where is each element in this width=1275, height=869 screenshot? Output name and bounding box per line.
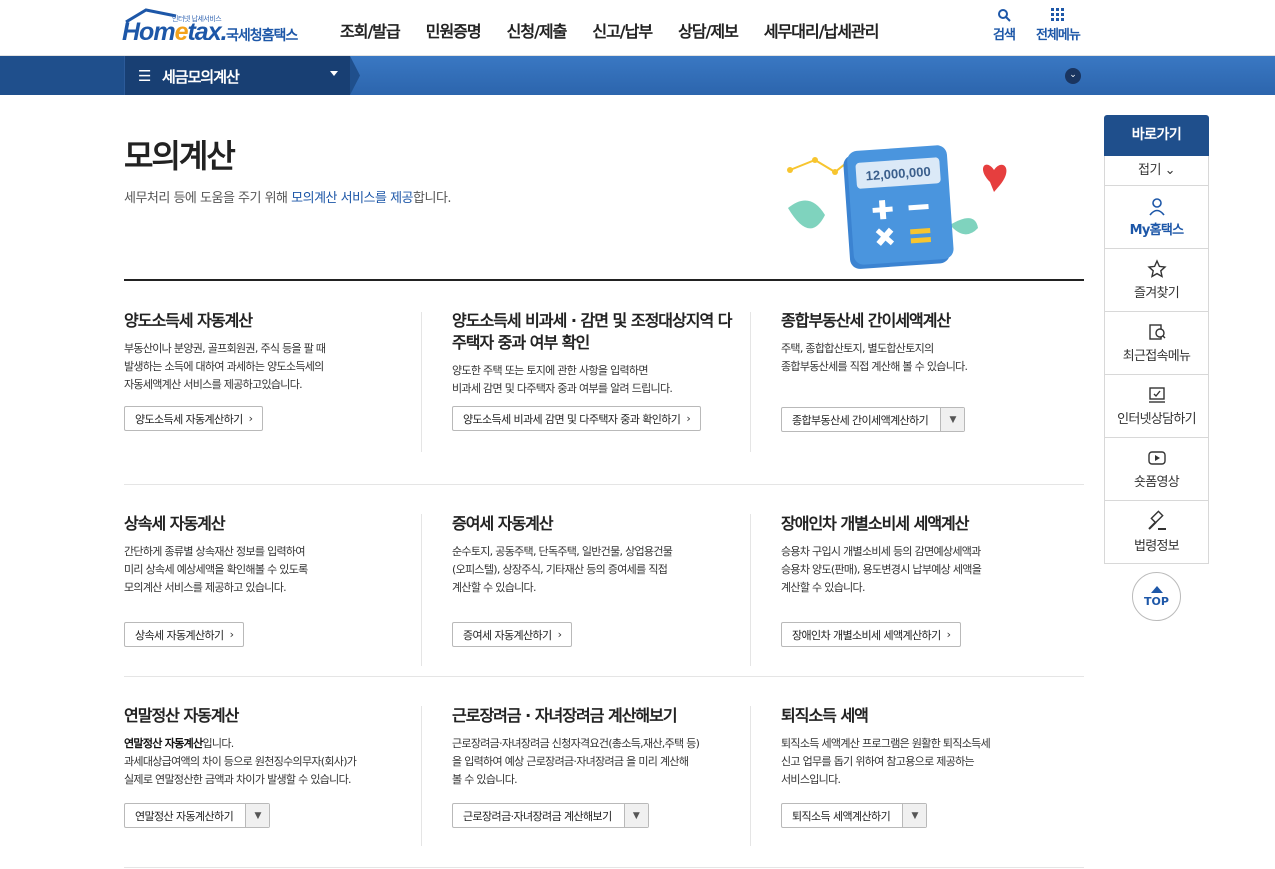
sub-nav-bar: ☰ 세금모의계산 ⌄: [0, 56, 1275, 95]
property-tax-select[interactable]: 종합부동산세 간이세액계산하기 ▼: [781, 407, 966, 432]
hamburger-icon: ☰: [138, 67, 152, 85]
quick-item-my-hometax[interactable]: My홈택스: [1104, 186, 1209, 249]
card-desc: 연말정산 자동계산입니다. 과세대상급여액의 차이 등으로 원천징수의무자(회사)…: [124, 737, 357, 786]
card-title: 양도소득세 비과세 · 감면 및 조정대상지역 다주택자 중과 여부 확인: [452, 311, 732, 352]
global-nav: 조회/발급 민원증명 신청/제출 신고/납부 상담/제보 세무대리/납세관리: [340, 18, 904, 42]
chevron-down-icon: ▼: [623, 804, 648, 827]
logo-wordmark: Hometax.: [122, 18, 228, 46]
card-gift-tax: 증여세 자동계산 순수토지, 공동주택, 단독주택, 일반건물, 상업용건물 (오…: [452, 513, 752, 597]
logo-korean: 국세청홈택스: [226, 28, 298, 44]
chevron-down-icon[interactable]: ⌄: [1065, 68, 1081, 84]
gnb-item-inquiry[interactable]: 조회/발급: [340, 18, 401, 42]
chevron-down-icon: ▼: [940, 408, 965, 431]
card-year-end-settlement: 연말정산 자동계산 연말정산 자동계산입니다. 과세대상급여액의 차이 등으로 원…: [124, 705, 424, 789]
scroll-top-button[interactable]: TOP: [1132, 572, 1181, 621]
card-desc: 부동산이나 분양권, 골프회원권, 주식 등을 팔 때 발생하는 소득에 대하여 …: [124, 342, 326, 391]
top-label: TOP: [1144, 594, 1169, 608]
row-divider: [124, 676, 1084, 677]
col-divider: [750, 312, 751, 452]
card-title: 퇴직소득 세액: [781, 706, 869, 725]
page-title: 모의계산: [124, 137, 236, 175]
disabled-car-tax-button[interactable]: 장애인차 개별소비세 세액계산하기 ›: [781, 622, 962, 647]
search-button[interactable]: 검색: [993, 8, 1016, 43]
chevron-down-icon: ▼: [902, 804, 927, 827]
capital-gains-calc-button[interactable]: 양도소득세 자동계산하기 ›: [124, 406, 264, 431]
card-comprehensive-property-tax: 종합부동산세 간이세액계산 주택, 종합합산토지, 별도합산토지의 종합부동산세를…: [781, 310, 1081, 376]
earned-income-credit-select[interactable]: 근로장려금·자녀장려금 계산해보기 ▼: [452, 803, 649, 828]
quick-menu-fold-button[interactable]: 접기 ⌄: [1104, 156, 1209, 186]
quick-menu-title: 바로가기: [1104, 115, 1209, 156]
quick-item-online-consult[interactable]: 인터넷상담하기: [1104, 375, 1209, 438]
row-divider: [124, 484, 1084, 485]
hometax-logo[interactable]: 인터넷 납세서비스 Hometax. 국세청홈택스: [122, 6, 307, 50]
card-capital-gains-calc: 양도소득세 자동계산 부동산이나 분양권, 골프회원권, 주식 등을 팔 때 발생…: [124, 310, 424, 394]
card-desc: 근로장려금·자녀장려금 신청자격요건(총소득,재산,주택 등) 을 입력하여 예상…: [452, 737, 700, 786]
card-title: 장애인차 개별소비세 세액계산: [781, 514, 970, 533]
gnb-item-tax-agent[interactable]: 세무대리/납세관리: [764, 18, 880, 42]
card-title: 연말정산 자동계산: [124, 706, 239, 725]
chevron-right-icon: ›: [229, 628, 234, 641]
caret-down-icon: [330, 71, 338, 76]
all-menu-button[interactable]: 전체메뉴: [1036, 8, 1081, 43]
card-capital-gains-exemption: 양도소득세 비과세 · 감면 및 조정대상지역 다주택자 중과 여부 확인 양도…: [452, 310, 742, 398]
chevron-down-icon: ▼: [245, 804, 270, 827]
gnb-item-application[interactable]: 신청/제출: [507, 18, 568, 42]
submenu-title: 세금모의계산: [162, 68, 240, 86]
card-title: 근로장려금 · 자녀장려금 계산해보기: [452, 706, 678, 725]
card-earned-income-credit: 근로장려금 · 자녀장려금 계산해보기 근로장려금·자녀장려금 신청자격요건(총…: [452, 705, 752, 789]
content-top-rule: [124, 279, 1084, 281]
quick-item-shortform-video[interactable]: 숏폼영상: [1104, 438, 1209, 501]
retirement-income-tax-select[interactable]: 퇴직소득 세액계산하기 ▼: [781, 803, 928, 828]
card-desc: 간단하게 종류별 상속재산 정보를 입력하여 미리 상속세 예상세액을 확인해볼 …: [124, 545, 308, 594]
gnb-item-consult[interactable]: 상담/제보: [678, 18, 739, 42]
gnb-item-certificates[interactable]: 민원증명: [426, 18, 482, 42]
quick-menu: 바로가기 접기 ⌄ My홈택스 즐겨찾기 최근접속메뉴 인터넷상담하기 숏폼영상…: [1104, 115, 1209, 564]
chevron-right-icon: ›: [557, 628, 562, 641]
card-desc: 양도한 주택 또는 토지에 관한 사항을 입력하면 비과세 감면 및 다주택자 중…: [452, 364, 673, 395]
quick-item-law-info[interactable]: 법령정보: [1104, 501, 1209, 564]
inheritance-tax-button[interactable]: 상속세 자동계산하기 ›: [124, 622, 245, 647]
card-disabled-car-tax: 장애인차 개별소비세 세액계산 승용차 구입시 개별소비세 등의 감면예상세액과…: [781, 513, 1081, 597]
gift-tax-button[interactable]: 증여세 자동계산하기 ›: [452, 622, 573, 647]
search-icon: [997, 9, 1011, 22]
card-desc: 순수토지, 공동주택, 단독주택, 일반건물, 상업용건물 (오피스텔), 상장주…: [452, 545, 673, 594]
chevron-down-icon: ⌄: [1164, 163, 1176, 178]
grid-icon: [1050, 8, 1064, 21]
chevron-right-icon: ›: [946, 628, 951, 641]
user-icon: [1148, 198, 1165, 216]
consult-icon: [1148, 387, 1165, 403]
header: 인터넷 납세서비스 Hometax. 국세청홈택스 조회/발급 민원증명 신청/…: [0, 0, 1275, 56]
all-menu-label: 전체메뉴: [1036, 28, 1081, 43]
quick-item-favorites[interactable]: 즐겨찾기: [1104, 249, 1209, 312]
card-title: 양도소득세 자동계산: [124, 311, 253, 330]
card-inheritance-tax: 상속세 자동계산 간단하게 종류별 상속재산 정보를 입력하여 미리 상속세 예상…: [124, 513, 424, 597]
card-retirement-income-tax: 퇴직소득 세액 퇴직소득 세액계산 프로그램은 원활한 퇴직소득세 신고 업무를 …: [781, 705, 1081, 789]
card-desc: 퇴직소득 세액계산 프로그램은 원활한 퇴직소득세 신고 업무를 돕기 위하여 참…: [781, 737, 991, 786]
gnb-item-filing[interactable]: 신고/납부: [592, 18, 653, 42]
page-description: 세무처리 등에 도움을 주기 위해 모의계산 서비스를 제공합니다.: [124, 191, 452, 206]
arrow-up-icon: [1150, 585, 1163, 593]
recent-icon: [1148, 324, 1165, 340]
chevron-right-icon: ›: [248, 412, 253, 425]
card-title: 상속세 자동계산: [124, 514, 226, 533]
star-icon: [1146, 259, 1167, 278]
quick-item-recent-menu[interactable]: 최근접속메뉴: [1104, 312, 1209, 375]
capital-gains-exemption-button[interactable]: 양도소득세 비과세 감면 및 다주택자 중과 확인하기 ›: [452, 406, 702, 431]
search-label: 검색: [993, 28, 1016, 43]
card-title: 종합부동산세 간이세액계산: [781, 311, 951, 330]
card-desc: 주택, 종합합산토지, 별도합산토지의 종합부동산세를 직접 계산해 볼 수 있습…: [781, 342, 968, 373]
chevron-right-icon: ›: [686, 412, 691, 425]
year-end-settlement-select[interactable]: 연말정산 자동계산하기 ▼: [124, 803, 271, 828]
card-desc: 승용차 구입시 개별소비세 등의 감면예상세액과 승용차 양도(판매), 용도변경…: [781, 545, 982, 594]
row-divider: [124, 867, 1084, 868]
card-title: 증여세 자동계산: [452, 514, 554, 533]
video-icon: [1147, 451, 1166, 465]
calculator-illustration: 12,000,000: [787, 145, 1007, 269]
gavel-icon: [1147, 510, 1166, 530]
